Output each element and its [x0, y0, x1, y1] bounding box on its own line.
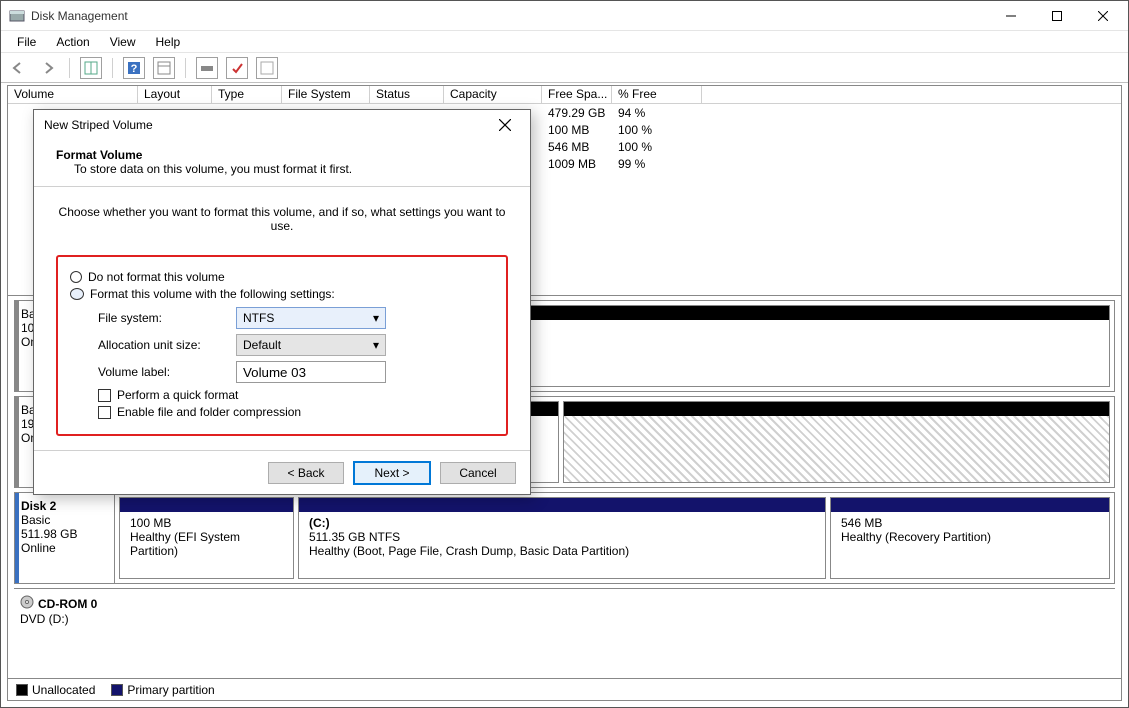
next-button[interactable]: Next >	[354, 462, 430, 484]
maximize-button[interactable]	[1034, 1, 1080, 31]
disc-icon	[20, 595, 34, 612]
forward-button[interactable]	[37, 57, 59, 79]
toolbar-button-5[interactable]	[256, 57, 278, 79]
dialog-heading: Format Volume	[56, 148, 508, 162]
disk-name: Disk 2	[21, 499, 108, 513]
col-status[interactable]: Status	[370, 86, 444, 103]
toolbar: ?	[1, 53, 1128, 83]
partition[interactable]	[563, 401, 1110, 483]
col-type[interactable]: Type	[212, 86, 282, 103]
partition-recovery[interactable]: 546 MB Healthy (Recovery Partition)	[830, 497, 1110, 579]
menu-bar: File Action View Help	[1, 31, 1128, 53]
minimize-button[interactable]	[988, 1, 1034, 31]
radio-format-with-settings[interactable]: Format this volume with the following se…	[70, 287, 494, 301]
close-button[interactable]	[1080, 1, 1126, 31]
label-file-system: File system:	[98, 311, 228, 325]
back-button[interactable]: < Back	[268, 462, 344, 484]
col-volume[interactable]: Volume	[8, 86, 138, 103]
col-pctfree[interactable]: % Free	[612, 86, 702, 103]
allocation-unit-select[interactable]: Default ▾	[236, 334, 386, 356]
col-filesystem[interactable]: File System	[282, 86, 370, 103]
disk-row-cdrom[interactable]: CD-ROM 0 DVD (D:)	[14, 588, 1115, 640]
volume-label-input[interactable]	[236, 361, 386, 383]
partition-c[interactable]: (C:) 511.35 GB NTFS Healthy (Boot, Page …	[298, 497, 826, 579]
chevron-down-icon: ▾	[373, 338, 379, 352]
label-allocation-unit: Allocation unit size:	[98, 338, 228, 352]
col-capacity[interactable]: Capacity	[444, 86, 542, 103]
menu-action[interactable]: Action	[46, 33, 99, 51]
help-icon[interactable]: ?	[123, 57, 145, 79]
menu-view[interactable]: View	[100, 33, 146, 51]
back-button[interactable]	[7, 57, 29, 79]
file-system-select[interactable]: NTFS ▾	[236, 307, 386, 329]
toolbar-button-2[interactable]	[153, 57, 175, 79]
disk-row-disk2[interactable]: Disk 2 Basic 511.98 GB Online 100 MB Hea…	[14, 492, 1115, 584]
chevron-down-icon: ▾	[373, 311, 379, 325]
app-icon	[9, 8, 25, 24]
dialog-title: New Striped Volume	[44, 118, 490, 132]
checkbox-quick-format[interactable]: Perform a quick format	[98, 388, 494, 402]
col-freespace[interactable]: Free Spa...	[542, 86, 612, 103]
new-striped-volume-dialog: New Striped Volume Format Volume To stor…	[33, 109, 531, 495]
cancel-button[interactable]: Cancel	[440, 462, 516, 484]
col-layout[interactable]: Layout	[138, 86, 212, 103]
toolbar-button-4[interactable]	[226, 57, 248, 79]
radio-do-not-format[interactable]: Do not format this volume	[70, 270, 494, 284]
window-title: Disk Management	[31, 9, 128, 23]
format-options-group: Do not format this volume Format this vo…	[56, 255, 508, 436]
column-headers[interactable]: Volume Layout Type File System Status Ca…	[8, 86, 1121, 104]
toolbar-button-1[interactable]	[80, 57, 102, 79]
checkbox-enable-compression[interactable]: Enable file and folder compression	[98, 405, 494, 419]
menu-file[interactable]: File	[7, 33, 46, 51]
partition-efi[interactable]: 100 MB Healthy (EFI System Partition)	[119, 497, 294, 579]
dialog-intro: Choose whether you want to format this v…	[56, 205, 508, 233]
toolbar-button-3[interactable]	[196, 57, 218, 79]
menu-help[interactable]: Help	[146, 33, 191, 51]
label-volume-label: Volume label:	[98, 365, 228, 379]
dialog-close-button[interactable]	[490, 110, 520, 140]
window-titlebar: Disk Management	[1, 1, 1128, 31]
legend: Unallocated Primary partition	[8, 678, 1121, 700]
dialog-subheading: To store data on this volume, you must f…	[74, 162, 508, 176]
svg-text:?: ?	[131, 63, 138, 75]
